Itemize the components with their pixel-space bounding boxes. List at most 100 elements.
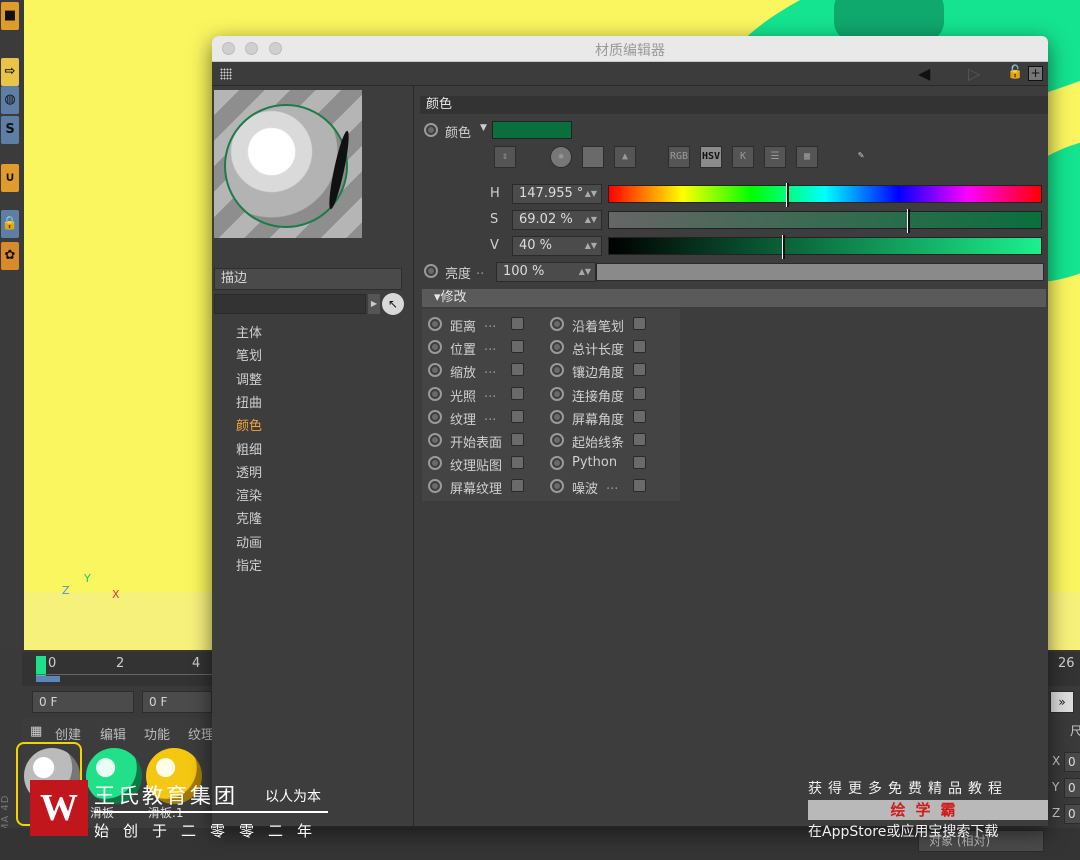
channel-2[interactable]: 笔划: [236, 345, 262, 364]
menu-function[interactable]: 功能: [144, 724, 170, 743]
modify-option[interactable]: 位置...: [428, 338, 540, 358]
modify-checkbox[interactable]: [633, 456, 646, 470]
modify-option[interactable]: 光照...: [428, 385, 540, 405]
modify-animate-radio[interactable]: [428, 317, 442, 331]
modify-option[interactable]: 屏幕角度: [550, 408, 662, 428]
back-arrow-icon[interactable]: ◀: [918, 64, 930, 83]
modify-option[interactable]: 沿着笔划: [550, 315, 662, 335]
modify-option[interactable]: 缩放...: [428, 361, 540, 381]
channel-11[interactable]: 指定: [236, 555, 262, 574]
window-titlebar[interactable]: 材质编辑器: [212, 36, 1048, 62]
menu-grip-icon[interactable]: [220, 68, 232, 80]
modify-animate-radio[interactable]: [550, 363, 564, 378]
modify-animate-radio[interactable]: [550, 386, 564, 401]
cube-tool-icon[interactable]: ■: [1, 2, 19, 30]
snap-tool-icon[interactable]: S: [1, 116, 19, 144]
start-frame-field[interactable]: 0 F: [32, 691, 134, 713]
new-window-icon[interactable]: +: [1028, 66, 1043, 81]
modify-checkbox[interactable]: [511, 340, 524, 354]
modify-checkbox[interactable]: [633, 363, 646, 377]
modify-option[interactable]: 镶边角度: [550, 361, 662, 381]
channel-8[interactable]: 渲染: [236, 485, 262, 504]
modify-option[interactable]: Python: [550, 454, 662, 472]
rgb-mode-button[interactable]: RGB: [668, 146, 690, 168]
swatches-mode-icon[interactable]: ▦: [796, 146, 818, 168]
modify-animate-radio[interactable]: [428, 409, 442, 424]
modify-checkbox[interactable]: [633, 409, 646, 423]
modify-animate-radio[interactable]: [550, 456, 564, 471]
color-animate-radio[interactable]: [424, 123, 438, 137]
modify-checkbox[interactable]: [511, 363, 524, 377]
modify-animate-radio[interactable]: [428, 363, 442, 378]
modify-animate-radio[interactable]: [550, 479, 564, 494]
lock-icon[interactable]: 🔓: [1007, 65, 1023, 82]
channel-search-input[interactable]: [214, 294, 366, 314]
play-forward-button[interactable]: »: [1050, 691, 1074, 713]
channel-3[interactable]: 调整: [236, 369, 262, 388]
modify-animate-radio[interactable]: [428, 433, 442, 447]
modify-animate-radio[interactable]: [550, 409, 564, 424]
mouse-tool-icon[interactable]: ◍: [1, 86, 19, 114]
brightness-field[interactable]: 100 % ▲▼: [496, 262, 596, 282]
modify-checkbox[interactable]: [511, 479, 524, 493]
modify-option[interactable]: 起始线条: [550, 431, 662, 451]
color-wheel-mode-spectrum-icon[interactable]: ⇕: [494, 146, 516, 168]
modify-checkbox[interactable]: [511, 409, 524, 423]
brightness-slider[interactable]: [596, 263, 1044, 281]
color-swatch[interactable]: [492, 121, 572, 139]
v-slider-thumb[interactable]: [781, 235, 785, 259]
menu-texture[interactable]: 纹理: [188, 724, 214, 743]
eyedropper-icon[interactable]: ✎: [850, 146, 872, 168]
modify-option[interactable]: 屏幕纹理: [428, 477, 540, 497]
search-dropdown-arrow-icon[interactable]: ▶: [368, 294, 380, 314]
kelvin-mode-button[interactable]: K: [732, 146, 754, 168]
v-value-field[interactable]: 40 % ▲▼: [512, 236, 602, 256]
s-value-field[interactable]: 69.02 % ▲▼: [512, 210, 602, 230]
menu-edit[interactable]: 编辑: [100, 724, 126, 743]
spectrum-icon[interactable]: [582, 146, 604, 168]
hsv-mode-button[interactable]: HSV: [700, 146, 722, 168]
modify-option[interactable]: 纹理贴图: [428, 454, 540, 474]
modify-checkbox[interactable]: [633, 317, 646, 330]
modify-checkbox[interactable]: [511, 456, 524, 470]
channel-6[interactable]: 粗细: [236, 439, 262, 458]
modify-checkbox[interactable]: [511, 386, 524, 400]
coord-x-field[interactable]: 0: [1064, 752, 1080, 772]
modify-option[interactable]: 纹理...: [428, 408, 540, 428]
channel-4[interactable]: 扭曲: [236, 392, 262, 411]
color-wheel-icon[interactable]: ✺: [550, 146, 572, 168]
move-tool-icon[interactable]: ⇨: [1, 58, 19, 86]
cursor-picker-icon[interactable]: ↖: [382, 293, 404, 315]
coord-y-field[interactable]: 0: [1064, 778, 1080, 798]
modify-option[interactable]: 总计长度: [550, 338, 662, 358]
h-slider-thumb[interactable]: [786, 183, 790, 207]
current-frame-field[interactable]: 0 F: [142, 691, 212, 713]
modify-animate-radio[interactable]: [550, 340, 564, 355]
timeline-current-marker[interactable]: [36, 656, 46, 676]
modify-animate-radio[interactable]: [550, 433, 564, 447]
material-preview[interactable]: [214, 90, 362, 238]
modify-option[interactable]: 距离...: [428, 315, 540, 335]
modify-animate-radio[interactable]: [428, 456, 442, 471]
channel-10[interactable]: 动画: [236, 532, 262, 551]
modify-checkbox[interactable]: [633, 479, 646, 493]
image-picker-icon[interactable]: ▲: [614, 146, 636, 168]
modify-checkbox[interactable]: [633, 433, 646, 446]
brightness-animate-radio[interactable]: [424, 264, 438, 278]
channel-7[interactable]: 透明: [236, 462, 262, 481]
channel-1[interactable]: 主体: [236, 322, 262, 341]
modify-animate-radio[interactable]: [428, 386, 442, 401]
channel-5[interactable]: 颜色: [236, 415, 262, 434]
modify-checkbox[interactable]: [633, 386, 646, 400]
material-name-field[interactable]: 描边: [214, 268, 402, 290]
swatch-dropdown-icon[interactable]: ▼: [480, 123, 487, 133]
lock-tool-icon[interactable]: 🔒: [1, 210, 19, 238]
menu-create[interactable]: 创建: [55, 724, 81, 743]
modify-checkbox[interactable]: [511, 433, 524, 446]
modify-checkbox[interactable]: [633, 340, 646, 354]
forward-arrow-icon[interactable]: ▷: [968, 64, 980, 83]
s-slider-thumb[interactable]: [907, 209, 911, 233]
modify-option[interactable]: 连接角度: [550, 385, 662, 405]
modify-animate-radio[interactable]: [550, 317, 564, 331]
magnet-tool-icon[interactable]: ∪: [1, 164, 19, 192]
